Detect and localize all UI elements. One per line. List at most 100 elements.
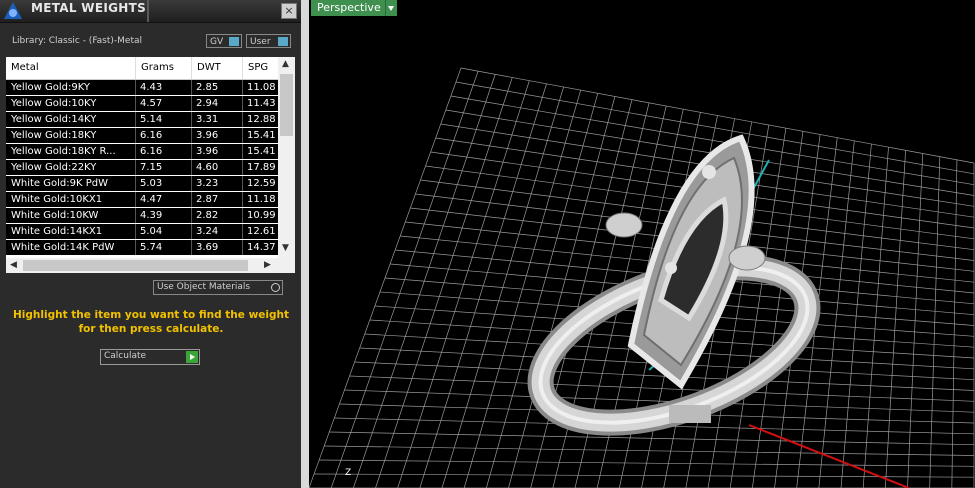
column-separator	[242, 144, 243, 159]
use-object-materials-option[interactable]: Use Object Materials	[153, 280, 283, 295]
table-cell: 17.89	[247, 162, 276, 173]
calculate-button[interactable]: Calculate	[100, 349, 200, 365]
column-separator	[191, 208, 192, 223]
table-row[interactable]: White Gold:14K PdW 5.74 3.69 14.37	[6, 240, 278, 255]
metal-table: Metal Grams DWT SPG Yellow Gold:9KY 4.43 2…	[6, 57, 295, 273]
table-cell: White Gold:14K PdW	[11, 242, 115, 253]
table-row[interactable]: White Gold:10KW 4.39 2.82 10.99	[6, 208, 278, 223]
table-cell: 6.16	[140, 146, 163, 157]
scroll-right-icon[interactable]: ▶	[264, 260, 271, 270]
scroll-left-icon[interactable]: ◀	[10, 260, 17, 270]
table-cell: 7.15	[140, 162, 163, 173]
table-cell: 5.03	[140, 178, 163, 189]
table-cell: 3.23	[196, 178, 219, 189]
table-cell: 4.47	[140, 194, 163, 205]
table-row[interactable]: White Gold:14KX1 5.04 3.24 12.61	[6, 224, 278, 239]
table-cell: 11.08	[247, 82, 276, 93]
calculate-label: Calculate	[104, 351, 147, 361]
table-cell: 3.96	[196, 146, 219, 157]
table-cell: 2.94	[196, 98, 219, 109]
table-cell: 4.43	[140, 82, 163, 93]
column-separator	[242, 224, 243, 239]
table-row[interactable]: White Gold:9K PdW 5.03 3.23 12.59	[6, 176, 278, 191]
chevron-down-icon[interactable]	[385, 0, 397, 16]
table-cell: 12.61	[247, 226, 276, 237]
column-separator	[135, 208, 136, 223]
toggle-indicator-icon	[229, 37, 239, 46]
table-row[interactable]: Yellow Gold:9KY 4.43 2.85 11.08	[6, 80, 278, 95]
table-row[interactable]: Yellow Gold:18KY R... 6.16 3.96 15.41	[6, 144, 278, 159]
grid-line	[862, 147, 889, 488]
column-separator	[242, 80, 243, 95]
close-button[interactable]: ×	[281, 3, 297, 19]
column-separator	[242, 112, 243, 127]
table-cell: White Gold:10KX1	[11, 194, 103, 205]
3d-viewport[interactable]: Perspective Z	[309, 0, 975, 488]
table-row[interactable]: Yellow Gold:14KY 5.14 3.31 12.88	[6, 112, 278, 127]
table-cell: 12.59	[247, 178, 276, 189]
column-separator	[135, 224, 136, 239]
column-header-dwt[interactable]: DWT	[191, 57, 242, 79]
column-separator	[191, 80, 192, 95]
column-separator	[242, 160, 243, 175]
table-cell: 5.04	[140, 226, 163, 237]
instruction-text: Highlight the item you want to find the …	[10, 308, 292, 336]
instruction-line-1: Highlight the item you want to find the …	[13, 309, 289, 321]
radio-icon[interactable]	[271, 283, 280, 292]
table-cell: 10.99	[247, 210, 276, 221]
vertical-scrollbar[interactable]: ▲ ▼	[278, 57, 295, 258]
play-arrow-icon[interactable]	[186, 351, 198, 363]
user-toggle[interactable]: User	[246, 34, 291, 48]
table-row[interactable]: Yellow Gold:10KY 4.57 2.94 11.43	[6, 96, 278, 111]
vertical-scroll-thumb[interactable]	[280, 74, 293, 136]
column-separator	[135, 96, 136, 111]
toggle-indicator-icon	[278, 37, 288, 46]
ring-model[interactable]	[520, 134, 828, 454]
column-separator	[135, 160, 136, 175]
table-cell: Yellow Gold:18KY	[11, 130, 97, 141]
horizontal-scroll-thumb[interactable]	[23, 260, 248, 271]
table-cell: 15.41	[247, 130, 276, 141]
table-cell: 12.88	[247, 114, 276, 125]
column-separator	[242, 176, 243, 191]
column-separator	[191, 224, 192, 239]
table-header: Metal Grams DWT SPG	[6, 57, 278, 80]
column-header-grams[interactable]: Grams	[135, 57, 191, 79]
scroll-down-icon[interactable]: ▼	[282, 243, 289, 253]
grid-line	[349, 375, 975, 402]
column-separator	[135, 128, 136, 143]
gv-toggle-label: GV	[210, 37, 224, 47]
table-cell: 4.57	[140, 98, 163, 109]
column-separator	[135, 144, 136, 159]
library-label: Library: Classic - (Fast)-Metal	[12, 36, 143, 46]
column-separator	[191, 112, 192, 127]
column-header-spg[interactable]: SPG	[242, 57, 278, 79]
column-separator	[242, 192, 243, 207]
table-cell: 3.96	[196, 130, 219, 141]
column-separator	[191, 160, 192, 175]
gv-toggle[interactable]: GV	[206, 34, 242, 48]
column-separator	[242, 96, 243, 111]
user-toggle-label: User	[250, 37, 271, 47]
grid-line	[329, 431, 975, 446]
scroll-up-icon[interactable]: ▲	[282, 59, 289, 69]
column-separator	[242, 128, 243, 143]
view-mode-label[interactable]: Perspective	[311, 0, 387, 16]
table-cell: 2.87	[196, 194, 219, 205]
table-cell: White Gold:14KX1	[11, 226, 103, 237]
table-cell: Yellow Gold:22KY	[11, 162, 97, 173]
column-separator	[242, 240, 243, 255]
grid-line	[907, 153, 924, 488]
column-separator	[135, 240, 136, 255]
panel-divider[interactable]	[301, 0, 309, 488]
table-cell: 4.60	[196, 162, 219, 173]
table-cell: 5.14	[140, 114, 163, 125]
column-header-metal[interactable]: Metal	[6, 57, 135, 79]
instruction-line-2: for then press calculate.	[78, 323, 224, 335]
horizontal-scrollbar[interactable]: ◀ ▶	[6, 258, 295, 273]
panel-title: METAL WEIGHTS	[31, 1, 147, 15]
table-row[interactable]: Yellow Gold:22KY 7.15 4.60 17.89	[6, 160, 278, 175]
column-separator	[191, 240, 192, 255]
table-row[interactable]: Yellow Gold:18KY 6.16 3.96 15.41	[6, 128, 278, 143]
table-row[interactable]: White Gold:10KX1 4.47 2.87 11.18	[6, 192, 278, 207]
